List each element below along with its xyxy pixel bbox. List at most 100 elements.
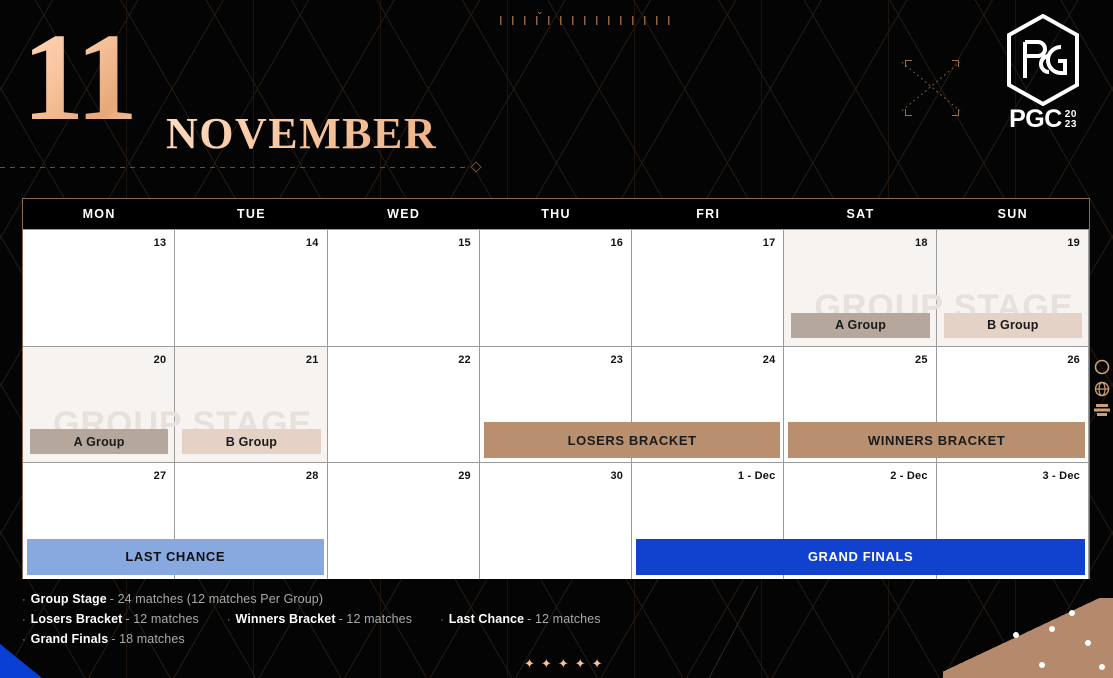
legend-item-value: - 18 matches xyxy=(111,632,185,646)
calendar-date-number: 16 xyxy=(610,237,624,249)
calendar-date-number: 25 xyxy=(915,353,928,366)
calendar-date-number: 19 xyxy=(1067,237,1080,249)
legend-item: · Grand Finals - 18 matches xyxy=(22,632,185,646)
corner-bracket-icon xyxy=(952,109,959,116)
calendar-day-cell[interactable]: 16 xyxy=(479,230,633,346)
decor-dot xyxy=(1049,626,1055,632)
calendar-event-bar[interactable]: A Group xyxy=(30,429,169,455)
calendar-date-number: 30 xyxy=(610,470,624,483)
calendar-week-row: 27 28 29 30 1 - Dec 2 - Dec 3 - Dec LAST CHANCE… xyxy=(23,462,1089,579)
calendar-date-number: 28 xyxy=(305,470,319,483)
legend-item-label: Losers Bracket xyxy=(30,612,123,626)
calendar-date-number: 20 xyxy=(153,353,167,366)
calendar-date-number: 18 xyxy=(915,237,928,249)
legend-item-label: Winners Bracket xyxy=(235,612,336,626)
calendar-weekday-wed: WED xyxy=(387,207,421,221)
calendar-day-cell[interactable]: 29 xyxy=(327,463,480,579)
calendar-day-cell[interactable]: 30 xyxy=(479,463,633,579)
calendar-date-number: 27 xyxy=(153,470,167,483)
calendar-weekday-sun: SUN xyxy=(997,207,1028,221)
calendar-body: 13 14 15 16 17 18 19 GROUP STAGE A Group B Group 2… xyxy=(23,229,1089,579)
calendar-event-bar[interactable]: WINNERS BRACKET xyxy=(788,422,1085,459)
tournament-calendar: MON TUE WED THU FRI SAT SUN 13 14 15 16 17 18 19 GROU… xyxy=(22,198,1090,579)
corner-bracket-icon xyxy=(905,60,912,67)
calendar-day-cell[interactable]: 22 xyxy=(327,346,480,463)
page-header: 11 NOVEMBER ⌄ xyxy=(0,0,1113,196)
bottom-right-tan-wedge xyxy=(943,598,1113,678)
calendar-date-number: 21 xyxy=(305,353,319,366)
circle-glyph-icon xyxy=(1094,359,1110,375)
sparkle-icon: ✦ xyxy=(591,656,603,671)
legend-item-label: Grand Finals xyxy=(30,632,109,646)
decor-dot xyxy=(1039,662,1045,668)
sparkle-decoration: ✦ ✦ ✦ ✦ ✦ xyxy=(524,657,603,670)
calendar-date-number: 13 xyxy=(153,237,167,249)
ruler-marker-icon: ⌄ xyxy=(536,6,544,16)
legend-item-label: Last Chance xyxy=(448,612,525,626)
calendar-event-bar[interactable]: LAST CHANCE xyxy=(27,538,324,575)
sparkle-icon: ✦ xyxy=(557,656,569,671)
sparkle-icon: ✦ xyxy=(574,656,586,671)
calendar-date-number: 22 xyxy=(458,353,471,366)
decor-dot xyxy=(1099,664,1105,670)
corner-bracket-icon xyxy=(952,60,959,67)
legend-item-value: - 12 matches xyxy=(125,612,199,626)
crosshair-decoration xyxy=(895,58,967,118)
calendar-event-bar[interactable]: LOSERS BRACKET xyxy=(483,422,781,459)
legend-item: · Winners Bracket - 12 matches xyxy=(227,612,412,626)
calendar-weekday-thu: THU xyxy=(541,207,571,221)
calendar-event-bar[interactable]: B Group xyxy=(943,312,1082,338)
legend-bullet-icon: · xyxy=(440,614,444,626)
decor-dot xyxy=(1013,632,1019,638)
pgc-hex-emblem-icon xyxy=(1007,14,1079,106)
calendar-week-row: 20 21 22 23 24 25 26 GROUP STAGE A Group B Group L… xyxy=(23,345,1089,463)
calendar-date-number: 17 xyxy=(762,237,776,249)
calendar-day-cell[interactable]: 15 xyxy=(327,230,480,346)
legend-line: · Group Stage - 24 matches (12 matches Per… xyxy=(22,592,722,606)
calendar-event-bar[interactable]: A Group xyxy=(791,312,930,338)
legend-item-value: - 12 matches xyxy=(338,612,413,626)
globe-glyph-icon xyxy=(1094,381,1110,397)
legend-bullet-icon: · xyxy=(226,614,231,626)
calendar-date-number: 14 xyxy=(305,237,319,249)
calendar-date-number: 15 xyxy=(458,237,471,249)
legend-bullet-icon: · xyxy=(22,594,26,606)
calendar-date-number: 2 - Dec xyxy=(890,470,928,483)
month-name: NOVEMBER xyxy=(166,109,438,158)
calendar-event-bar[interactable]: B Group xyxy=(182,429,321,455)
pgc-wordmark-text: PGC xyxy=(1009,105,1062,133)
calendar-date-number: 1 - Dec xyxy=(737,470,776,483)
ruler-ticks-decoration xyxy=(500,16,670,25)
pgc-wordmark: PGC 20 23 xyxy=(987,105,1099,133)
legend-bullet-icon: · xyxy=(22,614,26,626)
decor-dot xyxy=(1069,610,1075,616)
calendar-day-cell[interactable]: 14 xyxy=(175,230,328,346)
calendar-date-number: 3 - Dec xyxy=(1042,470,1080,483)
pgc-year-bottom: 23 xyxy=(1064,118,1077,130)
pgc-year: 20 23 xyxy=(1064,109,1077,132)
header-divider-line xyxy=(0,167,470,168)
calendar-weekday-header: MON TUE WED THU FRI SAT SUN xyxy=(23,199,1089,229)
decor-dot xyxy=(1085,640,1091,646)
legend-item-label: Group Stage xyxy=(30,592,107,606)
legend-bullet-icon: · xyxy=(22,634,26,646)
pgc-logo: PGC 20 23 xyxy=(987,14,1099,131)
calendar-date-number: 29 xyxy=(458,470,471,483)
month-number: 11 xyxy=(22,9,138,147)
calendar-day-cell[interactable]: 13 xyxy=(23,230,176,346)
calendar-weekday-mon: MON xyxy=(82,207,116,221)
calendar-date-number: 24 xyxy=(762,353,776,366)
calendar-day-cell[interactable]: 17 xyxy=(632,230,785,346)
legend-item: · Losers Bracket - 12 matches xyxy=(22,612,199,626)
calendar-week-row: 13 14 15 16 17 18 19 GROUP STAGE A Group B Group xyxy=(23,229,1089,346)
legend-item-value: - 24 matches (12 matches Per Group) xyxy=(109,592,324,606)
right-edge-glyphs xyxy=(1093,358,1113,422)
legend: · Group Stage - 24 matches (12 matches Per… xyxy=(22,592,722,652)
calendar-weekday-sat: SAT xyxy=(846,207,875,221)
calendar-event-bar[interactable]: GRAND FINALS xyxy=(636,538,1085,575)
corner-bracket-icon xyxy=(905,109,912,116)
sparkle-icon: ✦ xyxy=(540,656,552,671)
legend-line: · Grand Finals - 18 matches xyxy=(22,632,722,646)
calendar-date-number: 23 xyxy=(610,353,624,366)
header-divider-diamond-icon xyxy=(470,161,482,173)
